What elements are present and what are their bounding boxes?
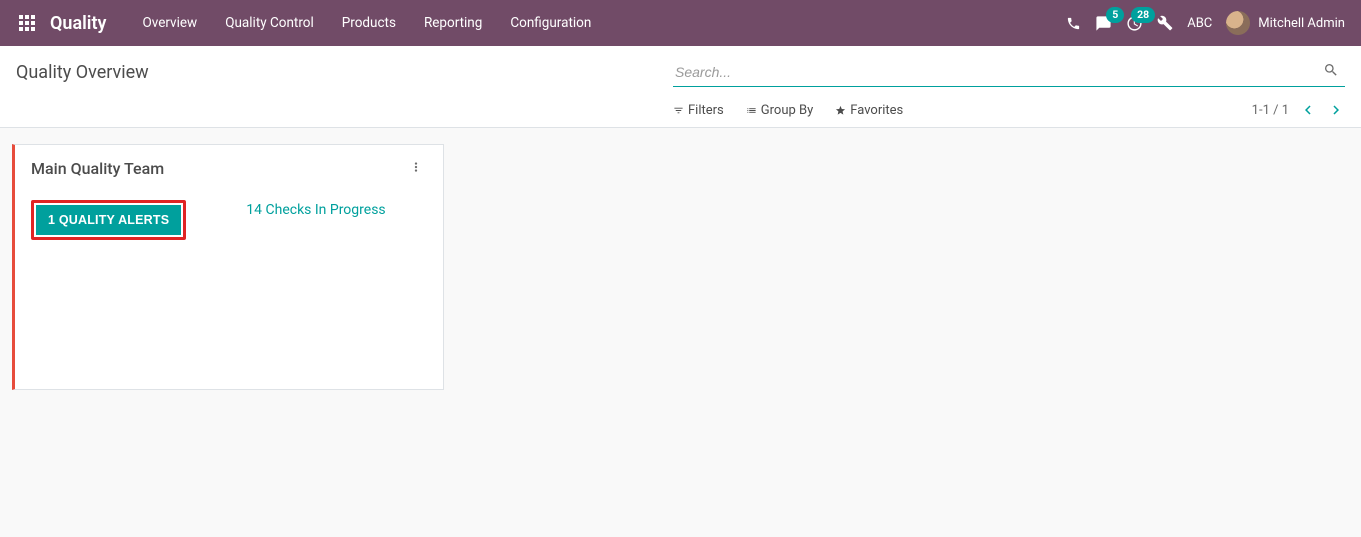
favorites-button[interactable]: Favorites	[835, 103, 903, 118]
nav-overview[interactable]: Overview	[128, 15, 211, 31]
phone-icon[interactable]	[1066, 16, 1081, 31]
dots-vertical-icon	[409, 160, 423, 174]
card-menu-button[interactable]	[405, 160, 427, 178]
card-title: Main Quality Team	[31, 159, 164, 178]
filters-button[interactable]: Filters	[673, 103, 724, 118]
control-panel: Quality Overview Filters Group By Favori…	[0, 46, 1361, 128]
funnel-icon	[673, 105, 684, 116]
apps-icon[interactable]	[16, 12, 38, 34]
quality-alerts-button[interactable]: 1 QUALITY ALERTS	[36, 205, 181, 235]
star-icon	[835, 105, 846, 116]
activities-badge: 28	[1131, 7, 1155, 24]
checks-in-progress-link[interactable]: 14 Checks In Progress	[246, 202, 385, 218]
list-icon	[746, 105, 757, 116]
pager-prev[interactable]	[1299, 101, 1317, 119]
user-menu[interactable]: Mitchell Admin	[1226, 11, 1345, 35]
pager-next[interactable]	[1327, 101, 1345, 119]
kanban-view: Main Quality Team 1 QUALITY ALERTS 14 Ch…	[0, 128, 1361, 406]
cp-row-title: Quality Overview	[16, 58, 1345, 87]
nav-quality-control[interactable]: Quality Control	[211, 15, 328, 31]
search-icon[interactable]	[1323, 62, 1339, 82]
card-body: 1 QUALITY ALERTS 14 Checks In Progress	[31, 200, 427, 240]
user-name-label: Mitchell Admin	[1258, 16, 1345, 31]
messages-badge: 5	[1106, 7, 1124, 24]
pager: 1-1 / 1	[1252, 101, 1345, 119]
cp-row-toolbar: Filters Group By Favorites 1-1 / 1	[16, 101, 1345, 119]
navbar-left: Quality Overview Quality Control Product…	[16, 12, 605, 34]
navbar-right: 5 28 ABC Mitchell Admin	[1066, 11, 1345, 35]
team-card[interactable]: Main Quality Team 1 QUALITY ALERTS 14 Ch…	[12, 144, 444, 390]
messages-icon[interactable]: 5	[1095, 15, 1112, 32]
company-switch[interactable]: ABC	[1187, 16, 1212, 31]
pager-text: 1-1 / 1	[1252, 103, 1289, 118]
quality-alerts-highlight: 1 QUALITY ALERTS	[31, 200, 186, 240]
filter-bar: Filters Group By Favorites 1-1 / 1	[673, 101, 1345, 119]
nav-configuration[interactable]: Configuration	[496, 15, 605, 31]
app-brand[interactable]: Quality	[50, 13, 106, 34]
search-wrap	[673, 58, 1345, 87]
groupby-button[interactable]: Group By	[746, 103, 814, 118]
favorites-label: Favorites	[850, 103, 903, 118]
card-header: Main Quality Team	[31, 159, 427, 178]
avatar	[1226, 11, 1250, 35]
filters-label: Filters	[688, 103, 724, 118]
page-title: Quality Overview	[16, 62, 149, 83]
nav-products[interactable]: Products	[328, 15, 410, 31]
main-navbar: Quality Overview Quality Control Product…	[0, 0, 1361, 46]
nav-reporting[interactable]: Reporting	[410, 15, 496, 31]
activities-icon[interactable]: 28	[1126, 15, 1143, 32]
debug-icon[interactable]	[1157, 15, 1173, 31]
groupby-label: Group By	[761, 103, 814, 118]
search-input[interactable]	[673, 58, 1345, 87]
chevron-right-icon	[1327, 101, 1345, 119]
chevron-left-icon	[1299, 101, 1317, 119]
